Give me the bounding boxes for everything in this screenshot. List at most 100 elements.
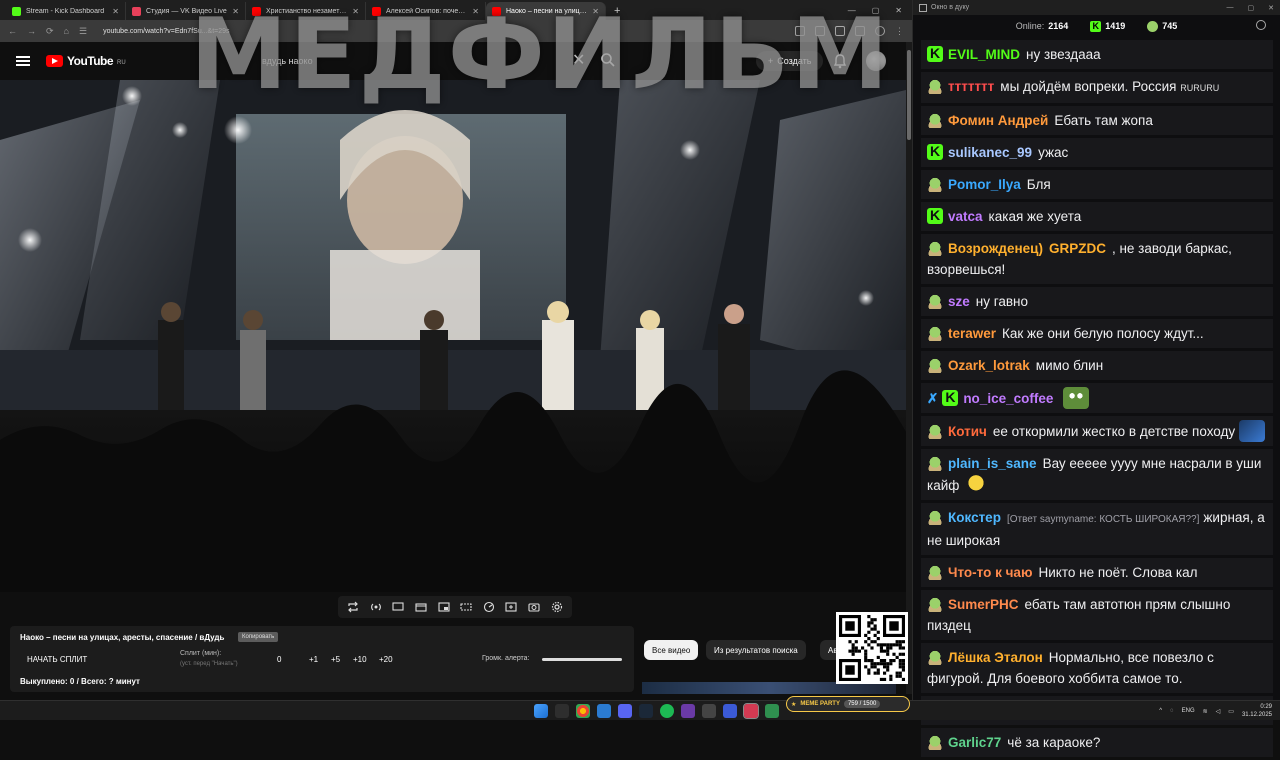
tray-expand-icon[interactable]: ^ [1159,708,1162,714]
kick-badge-icon [942,387,959,408]
concert-scene-image [0,80,906,592]
chat-message: Лёшка Эталон Нормально, все повезло с фиг… [921,643,1273,693]
pepe-icon [1147,20,1159,32]
spotify-icon[interactable] [660,704,674,718]
chat-username[interactable]: sze [948,294,970,309]
chat-username[interactable]: Garlic77 [948,735,1001,750]
stream-order-panel: Наоко – песни на улицах, аресты, спасени… [10,626,634,692]
pepe-badge-icon [927,112,943,128]
chat-username[interactable]: sulikanec_99 [948,145,1032,160]
chat-message-list: EVIL_MIND ну звездааа ттттттт мы дойдём воп… [921,40,1273,760]
broadcast-icon[interactable] [369,600,383,614]
back-icon[interactable]: ← [8,26,17,36]
speed-icon[interactable] [482,600,496,614]
chat-username[interactable]: plain_is_sane [948,456,1037,471]
windows-start-icon[interactable] [534,704,548,718]
chat-text: чё за караоке? [1007,735,1101,750]
split-value-0[interactable]: 0 [277,655,281,664]
screenshot-icon[interactable] [527,600,541,614]
chat-username[interactable]: terawer [948,326,996,341]
loop-icon[interactable] [346,600,360,614]
chrome-icon[interactable] [576,704,590,718]
chat-emote-yellow [963,474,990,496]
chat-username[interactable]: EVIL_MIND [948,47,1020,62]
chat-username[interactable]: Кокстер [948,510,1001,525]
chat-username[interactable]: Котич [948,424,987,439]
scrollbar-thumb[interactable] [907,50,911,140]
network-icon[interactable]: ◌ [1170,708,1174,714]
youtube-logo[interactable]: YouTube RU [46,54,126,68]
split-add-10-button[interactable]: +10 [353,655,367,664]
maximize-icon[interactable]: ▢ [1248,4,1255,12]
app-icon[interactable] [765,704,779,718]
theater-icon[interactable] [459,600,473,614]
chat-username[interactable]: no_ice_coffee [963,391,1053,406]
chat-username[interactable]: vatca [948,209,983,224]
chat-reply-quote[interactable]: [Ответ saymyname: КОСТЬ ШИРОКАЯ??] [1007,514,1199,525]
close-icon[interactable]: ✕ [895,6,902,15]
pepe-badge-icon [927,325,943,341]
chat-message: Кокстер [Ответ saymyname: КОСТЬ ШИРОКАЯ??… [921,503,1273,555]
clip-icon[interactable] [414,600,428,614]
app-active-icon[interactable] [743,703,759,719]
close-icon[interactable]: ✕ [1268,4,1274,12]
clock-icon[interactable] [1256,20,1266,30]
browser-tab-0[interactable]: Stream - Kick Dashboard ✕ [6,2,126,20]
discord-icon[interactable] [618,704,632,718]
tab-close-icon[interactable]: ✕ [112,7,119,16]
overlay-logo: МЕДФИЛЬМ [190,0,891,112]
copy-button[interactable]: Копировать [238,632,279,642]
chat-username[interactable]: Лёшка Эталон [948,650,1043,665]
language-indicator[interactable]: ENG [1182,708,1195,714]
chat-message: sulikanec_99 ужас [921,138,1273,167]
menu-icon[interactable]: ⋮ [895,26,904,37]
chat-text: Как же они белую полосу ждут... [1002,326,1204,341]
battery-icon[interactable]: ▭ [1228,708,1234,715]
search-icon[interactable] [555,704,569,718]
chat-username[interactable]: Возрожденец) [948,241,1043,256]
add-frame-icon[interactable] [504,600,518,614]
app-icon[interactable] [702,704,716,718]
video-player[interactable] [0,80,906,592]
chat-mention[interactable]: GRPZDC [1049,241,1106,256]
chat-text: ну звездааа [1026,47,1101,62]
chip-all-videos[interactable]: Все видео [644,640,699,660]
chip-from-search[interactable]: Из результатов поиска [706,640,806,660]
kick-badge-icon [927,205,943,226]
chat-username[interactable]: Pomor_Ilya [948,177,1021,192]
cast-icon[interactable] [391,600,405,614]
alert-volume-slider[interactable] [542,658,622,661]
chat-username[interactable]: ттттттт [948,79,994,94]
chat-username[interactable]: Фомин Андрей [948,113,1048,128]
hamburger-menu-icon[interactable] [16,56,30,66]
minimize-icon[interactable]: — [1227,4,1234,12]
kick-icon: K [1090,20,1102,32]
chat-text: Никто не поёт. Слова кал [1038,565,1198,580]
youtube-wordmark: YouTube [67,54,114,68]
chat-message: Pomor_Ilya Бля [921,170,1273,199]
chat-username[interactable]: SumerPHC [948,597,1019,612]
home-icon[interactable]: ⌂ [64,26,69,36]
reload-icon[interactable]: ⟳ [46,26,54,37]
clock[interactable]: 0:29 31.12.2025 [1242,703,1272,719]
chat-message: Котич ее откормили жестко в детстве поход… [921,416,1273,446]
split-add-20-button[interactable]: +20 [379,655,393,664]
app-icon[interactable] [723,704,737,718]
forward-icon[interactable]: → [27,26,36,36]
obs-icon[interactable] [681,704,695,718]
chat-emote-text: RURURU [1180,83,1220,93]
split-add-5-button[interactable]: +5 [331,655,340,664]
chat-username[interactable]: Ozark_lotrak [948,358,1030,373]
file-explorer-icon[interactable] [597,704,611,718]
settings-gear-icon[interactable] [550,600,564,614]
volume-icon[interactable]: ◁ [1216,708,1221,715]
site-info-icon[interactable]: ☰ [79,26,87,37]
start-split-button[interactable]: НАЧАТЬ СПЛИТ [27,655,87,664]
pip-icon[interactable] [437,600,451,614]
wifi-icon[interactable]: ≋ [1203,708,1208,715]
steam-icon[interactable] [639,704,653,718]
pepe-badge-icon [927,455,943,471]
chat-username[interactable]: Что-то к чаю [948,565,1032,580]
clock-date: 31.12.2025 [1241,712,1272,718]
split-add-1-button[interactable]: +1 [309,655,318,664]
